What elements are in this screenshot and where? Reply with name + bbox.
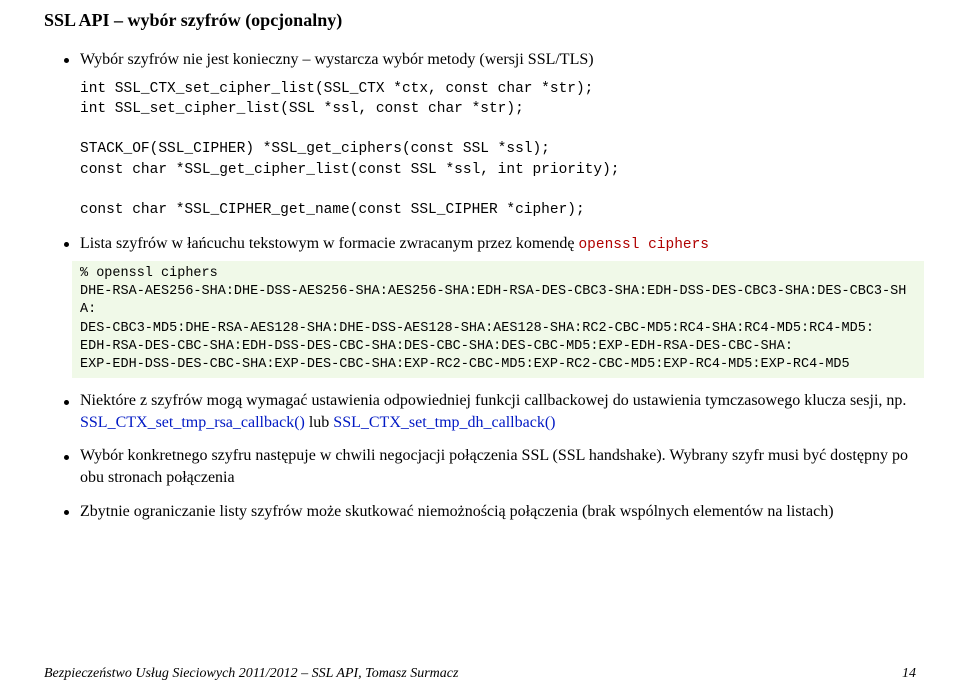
bullet-item-5: Zbytnie ograniczanie listy szyfrów może … [64, 501, 916, 523]
bullet-text-3-mid: lub [305, 414, 333, 431]
shaded-output: % openssl ciphers DHE-RSA-AES256-SHA:DHE… [72, 261, 924, 378]
bullet-text-3-prefix: Niektóre z szyfrów mogą wymagać ustawien… [80, 392, 906, 409]
bullet-list: Wybór szyfrów nie jest konieczny – wysta… [44, 49, 916, 522]
bullet-item-2: Lista szyfrów w łańcuchu tekstowym w for… [64, 233, 916, 379]
page: SSL API – wybór szyfrów (opcjonalny) Wyb… [0, 0, 960, 694]
link-dh-callback: SSL_CTX_set_tmp_dh_callback() [333, 414, 555, 431]
bullet-item-3: Niektóre z szyfrów mogą wymagać ustawien… [64, 390, 916, 433]
page-title: SSL API – wybór szyfrów (opcjonalny) [44, 10, 916, 31]
link-rsa-callback: SSL_CTX_set_tmp_rsa_callback() [80, 414, 305, 431]
bullet-text-4: Wybór konkretnego szyfru następuje w chw… [80, 447, 908, 486]
bullet-text-2-prefix: Lista szyfrów w łańcuchu tekstowym w for… [80, 235, 578, 252]
bullet-item-1: Wybór szyfrów nie jest konieczny – wysta… [64, 49, 916, 221]
bullet-text-5: Zbytnie ograniczanie listy szyfrów może … [80, 503, 834, 520]
code-block-1: int SSL_CTX_set_cipher_list(SSL_CTX *ctx… [80, 79, 916, 221]
footer: Bezpieczeństwo Usług Sieciowych 2011/201… [44, 666, 916, 682]
page-number: 14 [902, 666, 916, 682]
bullet-text-1: Wybór szyfrów nie jest konieczny – wysta… [80, 51, 594, 68]
bullet-item-4: Wybór konkretnego szyfru następuje w chw… [64, 445, 916, 488]
command-openssl-ciphers: openssl ciphers [578, 237, 709, 253]
footer-left: Bezpieczeństwo Usług Sieciowych 2011/201… [44, 666, 458, 682]
